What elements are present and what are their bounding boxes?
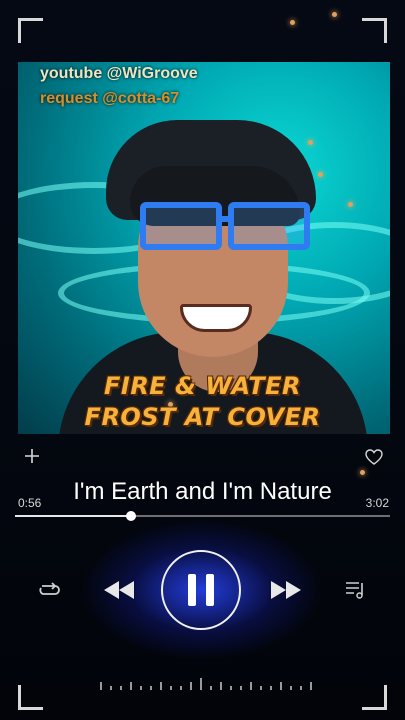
previous-track-button[interactable]	[102, 578, 136, 602]
scrubber-tick	[310, 682, 312, 690]
rewind-icon	[104, 581, 134, 599]
scrubber-tick	[260, 686, 262, 690]
repeat-icon	[39, 582, 60, 595]
scrubber-tick	[190, 682, 192, 690]
scrubber-tick	[250, 682, 252, 690]
scrubber-tick	[230, 686, 232, 690]
scrubber-tick	[180, 686, 182, 690]
scrubber-tick	[160, 682, 162, 690]
scrubber-tick	[210, 686, 212, 690]
frame-corner-top-right	[362, 18, 387, 43]
waveform-scrubber	[100, 676, 312, 690]
sparkle	[308, 140, 313, 145]
progress-fill	[15, 515, 132, 517]
add-to-playlist-button[interactable]	[22, 446, 42, 466]
album-title-line2: FROST AT COVER	[84, 403, 321, 431]
scrubber-tick	[170, 686, 172, 690]
sparkle	[360, 470, 365, 475]
queue-music-icon	[346, 582, 363, 599]
heart-icon	[365, 449, 383, 465]
sparkle	[332, 12, 337, 17]
pause-icon	[188, 574, 196, 606]
song-title: I'm Earth and I'm Nature	[73, 478, 332, 505]
progress-bar[interactable]	[15, 511, 390, 521]
scrubber-tick	[280, 682, 282, 690]
scrubber-tick	[140, 686, 142, 690]
frame-corner-bottom-right	[362, 685, 387, 710]
scrubber-tick	[200, 678, 202, 690]
sparkle	[318, 172, 323, 177]
scrubber-tick	[240, 686, 242, 690]
favorite-button[interactable]	[364, 447, 384, 467]
scrubber-tick	[150, 686, 152, 690]
fast-forward-icon	[271, 581, 301, 599]
total-duration: 3:02	[365, 496, 389, 510]
scrubber-tick	[300, 686, 302, 690]
elapsed-time: 0:56	[18, 496, 42, 510]
watermark-youtube: youtube @WiGroove	[40, 65, 198, 82]
scrubber-tick	[120, 686, 122, 690]
scrubber-tick	[270, 686, 272, 690]
scrubber-tick	[290, 686, 292, 690]
scrubber-tick	[110, 686, 112, 690]
pause-button[interactable]	[161, 550, 241, 630]
next-track-button[interactable]	[269, 578, 303, 602]
scrubber-tick	[130, 682, 132, 690]
sparkle	[348, 202, 353, 207]
frame-corner-top-left	[18, 18, 43, 43]
scrubber-tick	[220, 682, 222, 690]
repeat-button[interactable]	[36, 578, 62, 602]
frame-corner-bottom-left	[18, 685, 43, 710]
album-title-line1: FIRE & WATER	[104, 372, 301, 400]
sparkle	[290, 20, 295, 25]
watermark-request: request @cotta-67	[40, 90, 180, 107]
pixel-glasses	[134, 202, 310, 250]
plus-icon	[25, 449, 39, 463]
scrubber-tick	[100, 682, 102, 690]
queue-button[interactable]	[344, 579, 368, 601]
